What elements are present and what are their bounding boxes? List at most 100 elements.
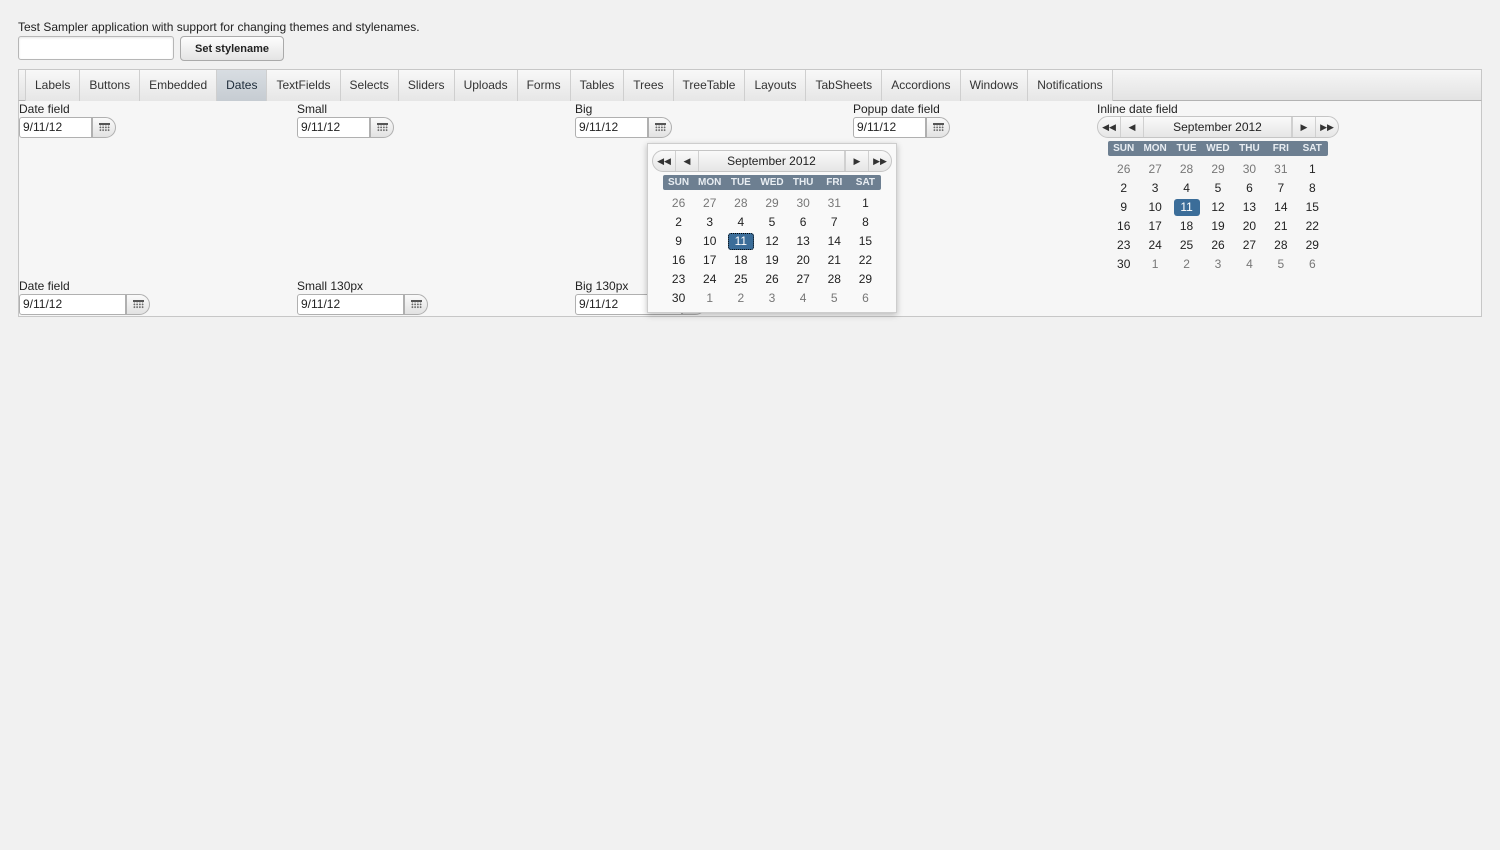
tab-notifications[interactable]: Notifications bbox=[1028, 70, 1113, 101]
next-month-icon[interactable]: ▶ bbox=[1292, 117, 1315, 137]
day-cell[interactable]: 28 bbox=[1171, 160, 1202, 179]
tab-uploads[interactable]: Uploads bbox=[454, 70, 518, 101]
day-cell[interactable]: 28 bbox=[1265, 236, 1296, 255]
day-cell[interactable]: 15 bbox=[850, 232, 881, 251]
day-cell[interactable]: 1 bbox=[850, 194, 881, 213]
day-cell[interactable]: 30 bbox=[788, 194, 819, 213]
day-cell[interactable]: 30 bbox=[663, 289, 694, 308]
small-130-date-input[interactable]: 9/11/12 bbox=[297, 294, 404, 315]
day-cell[interactable]: 26 bbox=[1202, 236, 1233, 255]
tab-dates[interactable]: Dates bbox=[217, 70, 268, 101]
day-cell[interactable]: 5 bbox=[1202, 179, 1233, 198]
tab-treetable[interactable]: TreeTable bbox=[673, 70, 746, 101]
small-date-input[interactable]: 9/11/12 bbox=[297, 117, 370, 138]
day-cell[interactable]: 27 bbox=[694, 194, 725, 213]
small-calendar-button[interactable] bbox=[370, 117, 394, 138]
day-cell[interactable]: 16 bbox=[1108, 217, 1139, 236]
day-cell[interactable]: 22 bbox=[1297, 217, 1328, 236]
day-cell[interactable]: 2 bbox=[1108, 179, 1139, 198]
next-year-icon[interactable]: ▶▶ bbox=[868, 151, 891, 171]
selected-day[interactable]: 11 bbox=[1171, 198, 1202, 217]
day-cell[interactable]: 21 bbox=[819, 251, 850, 270]
day-cell[interactable]: 6 bbox=[788, 213, 819, 232]
tab-layouts[interactable]: Layouts bbox=[745, 70, 807, 101]
day-cell[interactable]: 29 bbox=[1202, 160, 1233, 179]
day-cell[interactable]: 16 bbox=[663, 251, 694, 270]
popup-calendar-button[interactable] bbox=[926, 117, 950, 138]
day-cell[interactable]: 3 bbox=[756, 289, 787, 308]
popup-date-input[interactable]: 9/11/12 bbox=[853, 117, 926, 138]
big-date-input[interactable]: 9/11/12 bbox=[575, 117, 648, 138]
date-field-calendar-button[interactable] bbox=[92, 117, 116, 138]
tab-tabsheets[interactable]: TabSheets bbox=[806, 70, 883, 101]
day-cell[interactable]: 27 bbox=[788, 270, 819, 289]
tab-buttons[interactable]: Buttons bbox=[80, 70, 141, 101]
next-year-icon[interactable]: ▶▶ bbox=[1315, 117, 1338, 137]
date-field-input[interactable]: 9/11/12 bbox=[19, 117, 92, 138]
day-cell[interactable]: 19 bbox=[756, 251, 787, 270]
day-cell[interactable]: 1 bbox=[694, 289, 725, 308]
tab-textfields[interactable]: TextFields bbox=[267, 70, 341, 101]
day-cell[interactable]: 23 bbox=[1108, 236, 1139, 255]
day-cell[interactable]: 2 bbox=[1171, 255, 1202, 274]
date-field-2-calendar-button[interactable] bbox=[126, 294, 150, 315]
day-cell[interactable]: 17 bbox=[1139, 217, 1170, 236]
day-cell[interactable]: 9 bbox=[1108, 198, 1139, 217]
day-cell[interactable]: 20 bbox=[1234, 217, 1265, 236]
tab-sliders[interactable]: Sliders bbox=[398, 70, 455, 101]
prev-month-icon[interactable]: ◀ bbox=[1121, 117, 1144, 137]
day-cell[interactable]: 30 bbox=[1108, 255, 1139, 274]
day-cell[interactable]: 3 bbox=[694, 213, 725, 232]
day-cell[interactable]: 28 bbox=[819, 270, 850, 289]
day-cell[interactable]: 5 bbox=[1265, 255, 1296, 274]
day-cell[interactable]: 2 bbox=[663, 213, 694, 232]
day-cell[interactable]: 14 bbox=[819, 232, 850, 251]
day-cell[interactable]: 5 bbox=[819, 289, 850, 308]
day-cell[interactable]: 24 bbox=[1139, 236, 1170, 255]
day-cell[interactable]: 31 bbox=[1265, 160, 1296, 179]
day-cell[interactable]: 4 bbox=[788, 289, 819, 308]
tab-tables[interactable]: Tables bbox=[570, 70, 625, 101]
big-calendar-button[interactable] bbox=[648, 117, 672, 138]
day-cell[interactable]: 29 bbox=[1297, 236, 1328, 255]
day-cell[interactable]: 21 bbox=[1265, 217, 1296, 236]
day-cell[interactable]: 7 bbox=[1265, 179, 1296, 198]
day-cell[interactable]: 5 bbox=[756, 213, 787, 232]
day-cell[interactable]: 19 bbox=[1202, 217, 1233, 236]
day-cell[interactable]: 25 bbox=[725, 270, 756, 289]
day-cell[interactable]: 13 bbox=[1234, 198, 1265, 217]
day-cell[interactable]: 9 bbox=[663, 232, 694, 251]
tab-embedded[interactable]: Embedded bbox=[140, 70, 218, 101]
date-field-2-input[interactable]: 9/11/12 bbox=[19, 294, 126, 315]
next-month-icon[interactable]: ▶ bbox=[845, 151, 868, 171]
day-cell[interactable]: 26 bbox=[1108, 160, 1139, 179]
prev-year-icon[interactable]: ◀◀ bbox=[1098, 117, 1121, 137]
day-cell[interactable]: 13 bbox=[788, 232, 819, 251]
day-cell[interactable]: 17 bbox=[694, 251, 725, 270]
day-cell[interactable]: 29 bbox=[850, 270, 881, 289]
prev-year-icon[interactable]: ◀◀ bbox=[653, 151, 676, 171]
tab-windows[interactable]: Windows bbox=[960, 70, 1029, 101]
day-cell[interactable]: 15 bbox=[1297, 198, 1328, 217]
selected-day[interactable]: 11 bbox=[725, 232, 756, 251]
day-cell[interactable]: 4 bbox=[725, 213, 756, 232]
day-cell[interactable]: 4 bbox=[1171, 179, 1202, 198]
tab-forms[interactable]: Forms bbox=[517, 70, 571, 101]
day-cell[interactable]: 12 bbox=[756, 232, 787, 251]
day-cell[interactable]: 24 bbox=[694, 270, 725, 289]
set-stylename-button[interactable]: Set stylename bbox=[180, 36, 284, 61]
day-cell[interactable]: 27 bbox=[1139, 160, 1170, 179]
tab-accordions[interactable]: Accordions bbox=[882, 70, 961, 101]
day-cell[interactable]: 26 bbox=[756, 270, 787, 289]
day-cell[interactable]: 10 bbox=[694, 232, 725, 251]
day-cell[interactable]: 2 bbox=[725, 289, 756, 308]
day-cell[interactable]: 8 bbox=[850, 213, 881, 232]
day-cell[interactable]: 10 bbox=[1139, 198, 1170, 217]
day-cell[interactable]: 27 bbox=[1234, 236, 1265, 255]
tab-trees[interactable]: Trees bbox=[624, 70, 674, 101]
day-cell[interactable]: 3 bbox=[1202, 255, 1233, 274]
day-cell[interactable]: 20 bbox=[788, 251, 819, 270]
day-cell[interactable]: 6 bbox=[850, 289, 881, 308]
day-cell[interactable]: 1 bbox=[1297, 160, 1328, 179]
day-cell[interactable]: 26 bbox=[663, 194, 694, 213]
